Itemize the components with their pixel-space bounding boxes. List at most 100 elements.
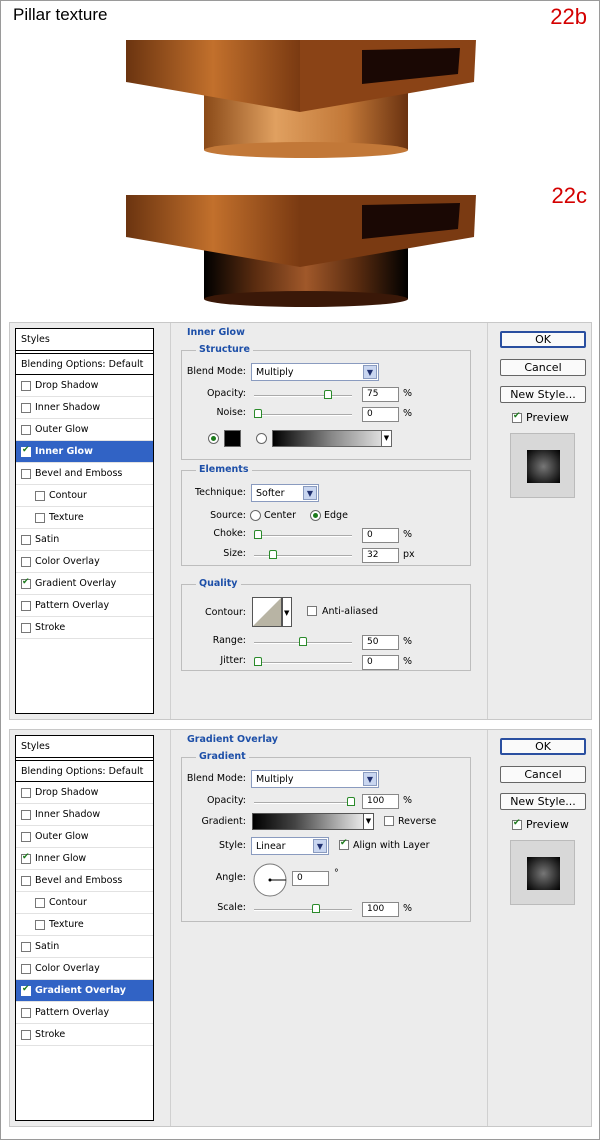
gradient-picker[interactable]: ▼ <box>252 813 374 830</box>
size-slider[interactable] <box>254 550 352 559</box>
slider-thumb[interactable] <box>254 530 262 539</box>
technique-select[interactable]: Softer ▼ <box>251 484 319 502</box>
style-item-outer-glow[interactable]: Outer Glow <box>16 826 153 848</box>
checkbox[interactable] <box>35 919 45 930</box>
checkbox[interactable] <box>21 556 31 567</box>
checkbox[interactable] <box>21 600 31 611</box>
style-item-texture[interactable]: Texture <box>16 914 153 936</box>
checkbox[interactable] <box>21 534 31 545</box>
checkbox[interactable] <box>21 984 31 996</box>
jitter-input[interactable]: 0 <box>362 655 399 670</box>
glow-color-swatch[interactable] <box>224 430 241 447</box>
anti-aliased-checkbox[interactable] <box>307 606 317 616</box>
style-item-satin[interactable]: Satin <box>16 529 153 551</box>
style-item-inner-glow[interactable]: Inner Glow <box>16 848 153 870</box>
source-edge-radio[interactable] <box>310 510 321 521</box>
style-item-drop-shadow[interactable]: Drop Shadow <box>16 782 153 804</box>
style-item-drop-shadow[interactable]: Drop Shadow <box>16 375 153 397</box>
slider-thumb[interactable] <box>254 657 262 666</box>
slider-thumb[interactable] <box>254 409 262 418</box>
style-select[interactable]: Linear ▼ <box>251 837 329 855</box>
new-style-button[interactable]: New Style... <box>500 793 586 810</box>
style-item-pattern-overlay[interactable]: Pattern Overlay <box>16 1002 153 1024</box>
style-item-color-overlay[interactable]: Color Overlay <box>16 551 153 573</box>
styles-header[interactable]: Styles <box>16 736 153 758</box>
gradient-radio[interactable] <box>256 433 267 444</box>
blending-options[interactable]: Blending Options: Default <box>16 353 153 375</box>
scale-input[interactable]: 100 <box>362 902 399 917</box>
checkbox[interactable] <box>21 875 31 886</box>
chevron-down-icon[interactable]: ▼ <box>363 814 373 829</box>
style-item-bevel-emboss[interactable]: Bevel and Emboss <box>16 463 153 485</box>
noise-slider[interactable] <box>254 409 352 418</box>
opacity-slider[interactable] <box>254 797 355 806</box>
checkbox[interactable] <box>21 445 31 457</box>
checkbox[interactable] <box>21 380 31 391</box>
opacity-input[interactable]: 75 <box>362 387 399 402</box>
color-radio[interactable] <box>208 433 219 444</box>
style-item-stroke[interactable]: Stroke <box>16 1024 153 1046</box>
ok-button[interactable]: OK <box>500 738 586 755</box>
checkbox[interactable] <box>35 512 45 523</box>
checkbox[interactable] <box>21 831 31 842</box>
slider-thumb[interactable] <box>269 550 277 559</box>
style-item-inner-shadow[interactable]: Inner Shadow <box>16 804 153 826</box>
preview-checkbox[interactable] <box>512 818 522 830</box>
style-item-gradient-overlay[interactable]: Gradient Overlay <box>16 980 153 1002</box>
style-item-inner-shadow[interactable]: Inner Shadow <box>16 397 153 419</box>
cancel-button[interactable]: Cancel <box>500 359 586 376</box>
style-item-inner-glow[interactable]: Inner Glow <box>16 441 153 463</box>
style-item-pattern-overlay[interactable]: Pattern Overlay <box>16 595 153 617</box>
checkbox[interactable] <box>21 852 31 864</box>
checkbox[interactable] <box>21 577 31 589</box>
new-style-button[interactable]: New Style... <box>500 386 586 403</box>
checkbox[interactable] <box>21 1007 31 1018</box>
jitter-slider[interactable] <box>254 657 352 666</box>
source-center-radio[interactable] <box>250 510 261 521</box>
preview-toggle[interactable]: Preview <box>512 818 569 831</box>
cancel-button[interactable]: Cancel <box>500 766 586 783</box>
choke-slider[interactable] <box>254 530 352 539</box>
checkbox[interactable] <box>35 490 45 501</box>
chevron-down-icon[interactable]: ▼ <box>381 431 391 446</box>
size-input[interactable]: 32 <box>362 548 399 563</box>
preview-checkbox[interactable] <box>512 411 522 423</box>
style-item-stroke[interactable]: Stroke <box>16 617 153 639</box>
blending-options[interactable]: Blending Options: Default <box>16 760 153 782</box>
slider-thumb[interactable] <box>299 637 307 646</box>
style-item-gradient-overlay[interactable]: Gradient Overlay <box>16 573 153 595</box>
style-item-outer-glow[interactable]: Outer Glow <box>16 419 153 441</box>
reverse-checkbox[interactable] <box>384 816 394 826</box>
style-item-texture[interactable]: Texture <box>16 507 153 529</box>
slider-thumb[interactable] <box>312 904 320 913</box>
checkbox[interactable] <box>21 963 31 974</box>
style-item-bevel-emboss[interactable]: Bevel and Emboss <box>16 870 153 892</box>
checkbox[interactable] <box>21 424 31 435</box>
preview-toggle[interactable]: Preview <box>512 411 569 424</box>
checkbox[interactable] <box>21 809 31 820</box>
opacity-slider[interactable] <box>254 390 352 399</box>
checkbox[interactable] <box>21 941 31 952</box>
align-with-layer-checkbox[interactable] <box>339 838 349 850</box>
angle-input[interactable]: 0 <box>292 871 329 886</box>
styles-header[interactable]: Styles <box>16 329 153 351</box>
blend-mode-select[interactable]: Multiply ▼ <box>251 363 379 381</box>
checkbox[interactable] <box>35 897 45 908</box>
opacity-input[interactable]: 100 <box>362 794 399 809</box>
range-slider[interactable] <box>254 637 352 646</box>
glow-gradient-swatch[interactable]: ▼ <box>272 430 392 447</box>
ok-button[interactable]: OK <box>500 331 586 348</box>
contour-picker[interactable]: ▼ <box>252 597 292 629</box>
checkbox[interactable] <box>21 468 31 479</box>
angle-dial[interactable] <box>252 862 288 898</box>
style-item-satin[interactable]: Satin <box>16 936 153 958</box>
choke-input[interactable]: 0 <box>362 528 399 543</box>
slider-thumb[interactable] <box>324 390 332 399</box>
checkbox[interactable] <box>21 787 31 798</box>
noise-input[interactable]: 0 <box>362 407 399 422</box>
checkbox[interactable] <box>21 1029 31 1040</box>
style-item-contour[interactable]: Contour <box>16 892 153 914</box>
checkbox[interactable] <box>21 402 31 413</box>
style-item-contour[interactable]: Contour <box>16 485 153 507</box>
style-item-color-overlay[interactable]: Color Overlay <box>16 958 153 980</box>
